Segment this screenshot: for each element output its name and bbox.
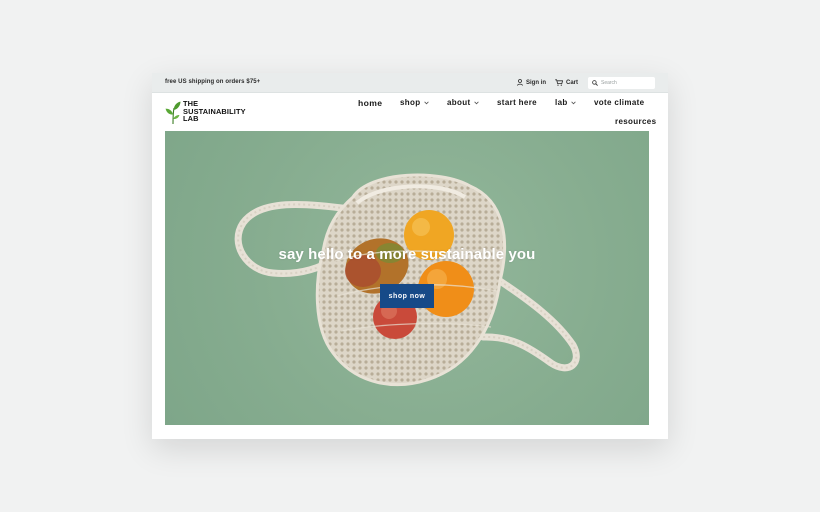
main-navigation: home shop about start here lab vote clim…	[152, 98, 668, 132]
cart-link[interactable]: Cart	[555, 79, 578, 86]
nav-vote-climate[interactable]: vote climate	[594, 98, 644, 107]
chevron-down-icon	[570, 101, 576, 104]
nav-home-label: home	[358, 98, 383, 108]
hero-image	[234, 173, 580, 387]
nav-resources-label: resources	[615, 117, 657, 126]
sign-in-link[interactable]: Sign in	[517, 79, 546, 86]
nav-about[interactable]: about	[447, 98, 479, 107]
cart-icon	[555, 79, 563, 86]
nav-vote-climate-label: vote climate	[594, 98, 645, 107]
announcement-bar: free US shipping on orders $75+ Sign in …	[152, 73, 668, 93]
nav-resources[interactable]: resources	[615, 117, 656, 126]
shipping-notice: free US shipping on orders $75+	[165, 79, 261, 85]
shop-now-button[interactable]: shop now	[380, 284, 434, 308]
cart-label: Cart	[566, 79, 579, 86]
nav-home[interactable]: home	[358, 98, 382, 108]
nav-lab[interactable]: lab	[555, 98, 576, 107]
nav-start-here[interactable]: start here	[497, 98, 537, 107]
page-frame: free US shipping on orders $75+ Sign in …	[152, 73, 668, 439]
sign-in-label: Sign in	[526, 79, 546, 86]
chevron-down-icon	[423, 101, 429, 104]
nav-start-here-label: start here	[497, 98, 537, 107]
nav-lab-label: lab	[555, 98, 568, 107]
nav-shop[interactable]: shop	[400, 98, 429, 107]
nav-about-label: about	[447, 98, 471, 107]
search-input[interactable]	[601, 78, 657, 88]
chevron-down-icon	[473, 101, 479, 104]
search-icon	[592, 80, 598, 86]
nav-shop-label: shop	[400, 98, 421, 107]
user-icon	[517, 79, 523, 86]
hero-headline: say hello to a more sustainable you	[278, 246, 536, 263]
search-box[interactable]	[588, 77, 657, 89]
hero-banner: say hello to a more sustainable you shop…	[165, 131, 649, 425]
